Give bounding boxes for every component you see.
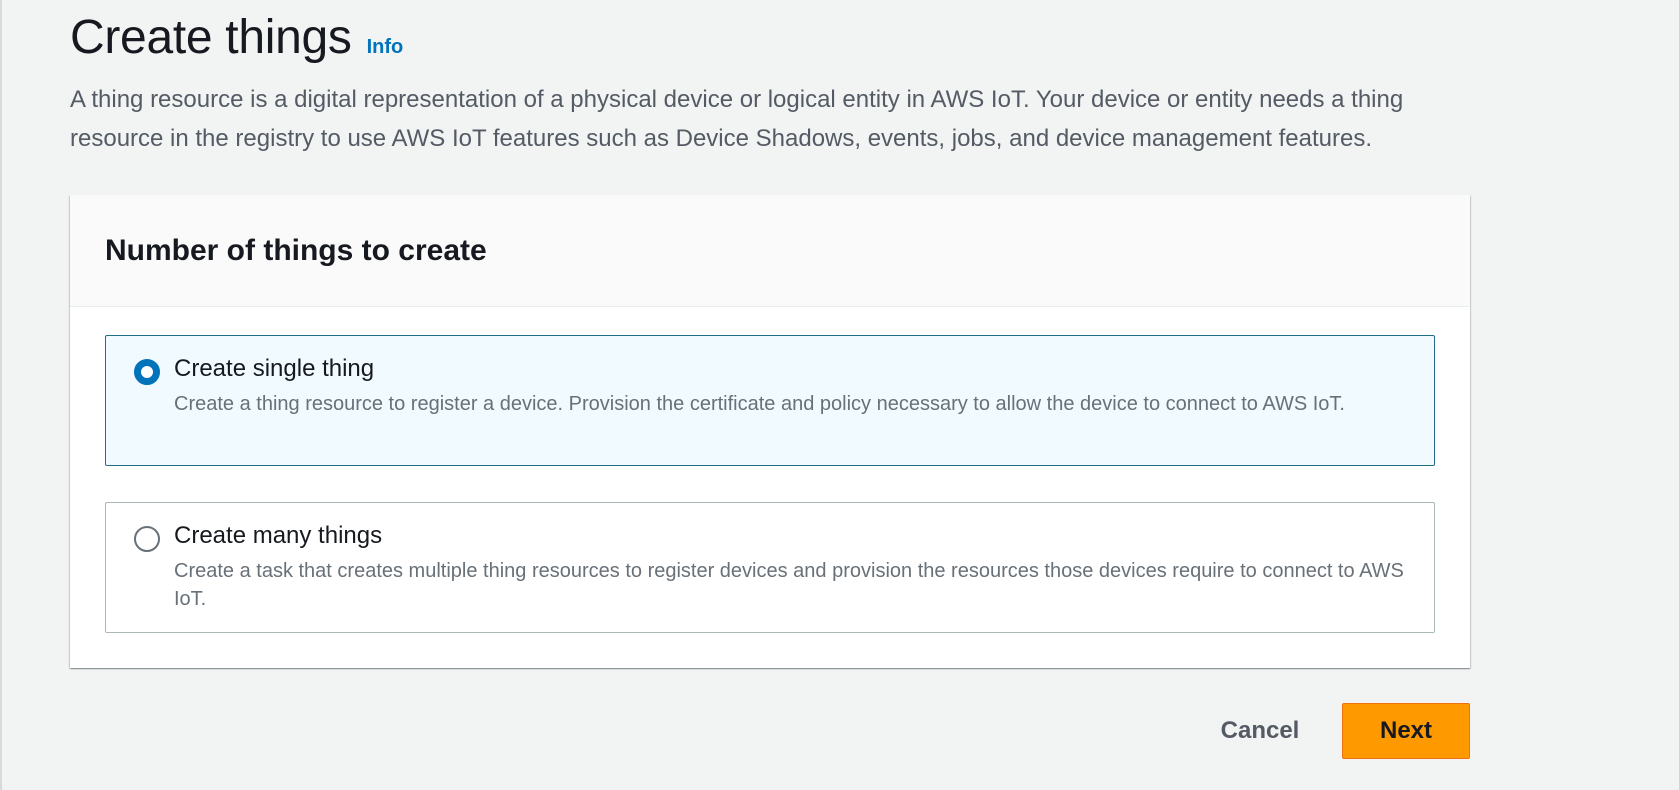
number-of-things-card: Number of things to create Create single… bbox=[70, 195, 1470, 668]
info-link[interactable]: Info bbox=[367, 36, 404, 59]
radio-create-single-thing[interactable] bbox=[134, 359, 160, 385]
option-label: Create many things bbox=[174, 522, 383, 549]
page-title: Create things bbox=[70, 11, 352, 64]
page-description: A thing resource is a digital representa… bbox=[70, 86, 1404, 152]
option-create-single-thing[interactable]: Create single thing Create a thing resou… bbox=[105, 335, 1435, 466]
option-label: Create single thing bbox=[174, 355, 375, 382]
card-header: Number of things to create bbox=[70, 195, 1470, 307]
radio-create-many-things[interactable] bbox=[134, 526, 160, 552]
next-button[interactable]: Next bbox=[1342, 703, 1470, 759]
option-description: Create a task that creates multiple thin… bbox=[174, 560, 1404, 610]
card-body: Create single thing Create a thing resou… bbox=[70, 307, 1470, 633]
option-create-many-things[interactable]: Create many things Create a task that cr… bbox=[105, 502, 1435, 633]
cancel-button[interactable]: Cancel bbox=[1200, 703, 1320, 759]
title-row: Create things Info bbox=[70, 12, 1470, 64]
wizard-actions: Cancel Next bbox=[70, 703, 1470, 759]
card-title: Number of things to create bbox=[105, 233, 487, 267]
option-description: Create a thing resource to register a de… bbox=[174, 393, 1345, 415]
create-things-page: Create things Info A thing resource is a… bbox=[70, 0, 1470, 759]
left-border bbox=[0, 0, 2, 790]
